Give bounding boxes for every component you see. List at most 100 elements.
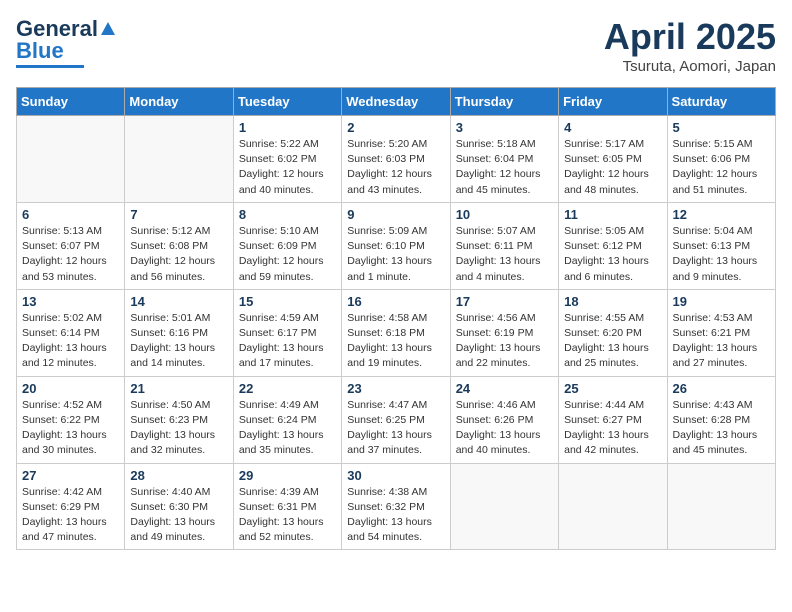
weekday-header: Wednesday: [342, 88, 450, 116]
day-number: 1: [239, 120, 336, 135]
weekday-header: Friday: [559, 88, 667, 116]
weekday-header: Tuesday: [233, 88, 341, 116]
day-info: Sunrise: 5:17 AM Sunset: 6:05 PM Dayligh…: [564, 137, 661, 198]
day-number: 29: [239, 468, 336, 483]
day-number: 23: [347, 381, 444, 396]
day-number: 26: [673, 381, 770, 396]
calendar-cell: 16 Sunrise: 4:58 AM Sunset: 6:18 PM Dayli…: [342, 289, 450, 376]
calendar-week-row: 20Sunrise: 4:52 AM Sunset: 6:22 PM Dayli…: [17, 376, 776, 463]
day-number: 30: [347, 468, 444, 483]
weekday-header: Thursday: [450, 88, 558, 116]
day-info: Sunrise: 4:53 AM Sunset: 6:21 PM Dayligh…: [673, 311, 770, 372]
day-info: Sunrise: 5:13 AM Sunset: 6:07 PM Dayligh…: [22, 224, 119, 285]
day-info: Sunrise: 4:49 AM Sunset: 6:24 PM Dayligh…: [239, 398, 336, 459]
calendar-week-row: 27Sunrise: 4:42 AM Sunset: 6:29 PM Dayli…: [17, 463, 776, 550]
day-info: Sunrise: 4:46 AM Sunset: 6:26 PM Dayligh…: [456, 398, 553, 459]
calendar-cell: 30 Sunrise: 4:38 AM Sunset: 6:32 PM Dayli…: [342, 463, 450, 550]
calendar-cell: 1 Sunrise: 5:22 AM Sunset: 6:02 PM Daylig…: [233, 116, 341, 203]
day-number: 4: [564, 120, 661, 135]
day-info: Sunrise: 5:02 AM Sunset: 6:14 PM Dayligh…: [22, 311, 119, 372]
calendar-cell: [559, 463, 667, 550]
calendar-cell: 17 Sunrise: 4:56 AM Sunset: 6:19 PM Dayli…: [450, 289, 558, 376]
calendar-cell: 19Sunrise: 4:53 AM Sunset: 6:21 PM Dayli…: [667, 289, 775, 376]
calendar-week-row: 6 Sunrise: 5:13 AM Sunset: 6:07 PM Daylig…: [17, 202, 776, 289]
calendar-cell: 21Sunrise: 4:50 AM Sunset: 6:23 PM Dayli…: [125, 376, 233, 463]
calendar-table: SundayMondayTuesdayWednesdayThursdayFrid…: [16, 87, 776, 550]
title-block: April 2025 Tsuruta, Aomori, Japan: [604, 16, 776, 75]
day-number: 16: [347, 294, 444, 309]
day-info: Sunrise: 5:09 AM Sunset: 6:10 PM Dayligh…: [347, 224, 444, 285]
day-info: Sunrise: 4:40 AM Sunset: 6:30 PM Dayligh…: [130, 485, 227, 546]
logo-underline: [16, 65, 84, 68]
calendar-cell: [450, 463, 558, 550]
day-info: Sunrise: 4:59 AM Sunset: 6:17 PM Dayligh…: [239, 311, 336, 372]
day-info: Sunrise: 5:04 AM Sunset: 6:13 PM Dayligh…: [673, 224, 770, 285]
day-number: 3: [456, 120, 553, 135]
calendar-cell: 27Sunrise: 4:42 AM Sunset: 6:29 PM Dayli…: [17, 463, 125, 550]
weekday-header: Monday: [125, 88, 233, 116]
calendar-cell: 8 Sunrise: 5:10 AM Sunset: 6:09 PM Daylig…: [233, 202, 341, 289]
day-info: Sunrise: 5:18 AM Sunset: 6:04 PM Dayligh…: [456, 137, 553, 198]
day-number: 8: [239, 207, 336, 222]
day-number: 25: [564, 381, 661, 396]
calendar-cell: 3 Sunrise: 5:18 AM Sunset: 6:04 PM Daylig…: [450, 116, 558, 203]
month-year-title: April 2025: [604, 16, 776, 58]
day-number: 28: [130, 468, 227, 483]
calendar-cell: 18 Sunrise: 4:55 AM Sunset: 6:20 PM Dayli…: [559, 289, 667, 376]
day-info: Sunrise: 4:47 AM Sunset: 6:25 PM Dayligh…: [347, 398, 444, 459]
day-info: Sunrise: 4:39 AM Sunset: 6:31 PM Dayligh…: [239, 485, 336, 546]
day-info: Sunrise: 5:10 AM Sunset: 6:09 PM Dayligh…: [239, 224, 336, 285]
day-number: 6: [22, 207, 119, 222]
calendar-cell: 5 Sunrise: 5:15 AM Sunset: 6:06 PM Daylig…: [667, 116, 775, 203]
day-info: Sunrise: 5:20 AM Sunset: 6:03 PM Dayligh…: [347, 137, 444, 198]
calendar-cell: 20Sunrise: 4:52 AM Sunset: 6:22 PM Dayli…: [17, 376, 125, 463]
day-info: Sunrise: 5:22 AM Sunset: 6:02 PM Dayligh…: [239, 137, 336, 198]
day-number: 5: [673, 120, 770, 135]
day-number: 2: [347, 120, 444, 135]
day-info: Sunrise: 4:55 AM Sunset: 6:20 PM Dayligh…: [564, 311, 661, 372]
calendar-cell: [125, 116, 233, 203]
calendar-week-row: 1 Sunrise: 5:22 AM Sunset: 6:02 PM Daylig…: [17, 116, 776, 203]
day-info: Sunrise: 4:44 AM Sunset: 6:27 PM Dayligh…: [564, 398, 661, 459]
calendar-cell: 9 Sunrise: 5:09 AM Sunset: 6:10 PM Daylig…: [342, 202, 450, 289]
day-number: 18: [564, 294, 661, 309]
day-info: Sunrise: 4:42 AM Sunset: 6:29 PM Dayligh…: [22, 485, 119, 546]
day-info: Sunrise: 5:15 AM Sunset: 6:06 PM Dayligh…: [673, 137, 770, 198]
calendar-cell: [17, 116, 125, 203]
calendar-cell: 22Sunrise: 4:49 AM Sunset: 6:24 PM Dayli…: [233, 376, 341, 463]
calendar-cell: 2 Sunrise: 5:20 AM Sunset: 6:03 PM Daylig…: [342, 116, 450, 203]
day-number: 11: [564, 207, 661, 222]
day-info: Sunrise: 4:50 AM Sunset: 6:23 PM Dayligh…: [130, 398, 227, 459]
day-number: 9: [347, 207, 444, 222]
logo-triangle-icon: [101, 22, 115, 35]
calendar-week-row: 13 Sunrise: 5:02 AM Sunset: 6:14 PM Dayli…: [17, 289, 776, 376]
calendar-cell: 4 Sunrise: 5:17 AM Sunset: 6:05 PM Daylig…: [559, 116, 667, 203]
day-number: 20: [22, 381, 119, 396]
day-number: 24: [456, 381, 553, 396]
calendar-cell: 11 Sunrise: 5:05 AM Sunset: 6:12 PM Dayli…: [559, 202, 667, 289]
calendar-cell: 13 Sunrise: 5:02 AM Sunset: 6:14 PM Dayli…: [17, 289, 125, 376]
logo: General Blue: [16, 16, 115, 68]
day-info: Sunrise: 4:43 AM Sunset: 6:28 PM Dayligh…: [673, 398, 770, 459]
calendar-cell: 25 Sunrise: 4:44 AM Sunset: 6:27 PM Dayli…: [559, 376, 667, 463]
day-number: 17: [456, 294, 553, 309]
day-info: Sunrise: 4:58 AM Sunset: 6:18 PM Dayligh…: [347, 311, 444, 372]
day-info: Sunrise: 5:05 AM Sunset: 6:12 PM Dayligh…: [564, 224, 661, 285]
day-info: Sunrise: 4:38 AM Sunset: 6:32 PM Dayligh…: [347, 485, 444, 546]
calendar-cell: 10Sunrise: 5:07 AM Sunset: 6:11 PM Dayli…: [450, 202, 558, 289]
day-number: 14: [130, 294, 227, 309]
calendar-cell: 12Sunrise: 5:04 AM Sunset: 6:13 PM Dayli…: [667, 202, 775, 289]
day-number: 13: [22, 294, 119, 309]
day-number: 10: [456, 207, 553, 222]
day-info: Sunrise: 4:56 AM Sunset: 6:19 PM Dayligh…: [456, 311, 553, 372]
calendar-cell: 14 Sunrise: 5:01 AM Sunset: 6:16 PM Dayli…: [125, 289, 233, 376]
day-number: 15: [239, 294, 336, 309]
day-info: Sunrise: 5:01 AM Sunset: 6:16 PM Dayligh…: [130, 311, 227, 372]
day-info: Sunrise: 5:12 AM Sunset: 6:08 PM Dayligh…: [130, 224, 227, 285]
calendar-cell: 7Sunrise: 5:12 AM Sunset: 6:08 PM Daylig…: [125, 202, 233, 289]
calendar-cell: 26 Sunrise: 4:43 AM Sunset: 6:28 PM Dayli…: [667, 376, 775, 463]
weekday-header: Sunday: [17, 88, 125, 116]
calendar-cell: 6 Sunrise: 5:13 AM Sunset: 6:07 PM Daylig…: [17, 202, 125, 289]
weekday-header: Saturday: [667, 88, 775, 116]
page-header: General Blue April 2025 Tsuruta, Aomori,…: [16, 16, 776, 75]
